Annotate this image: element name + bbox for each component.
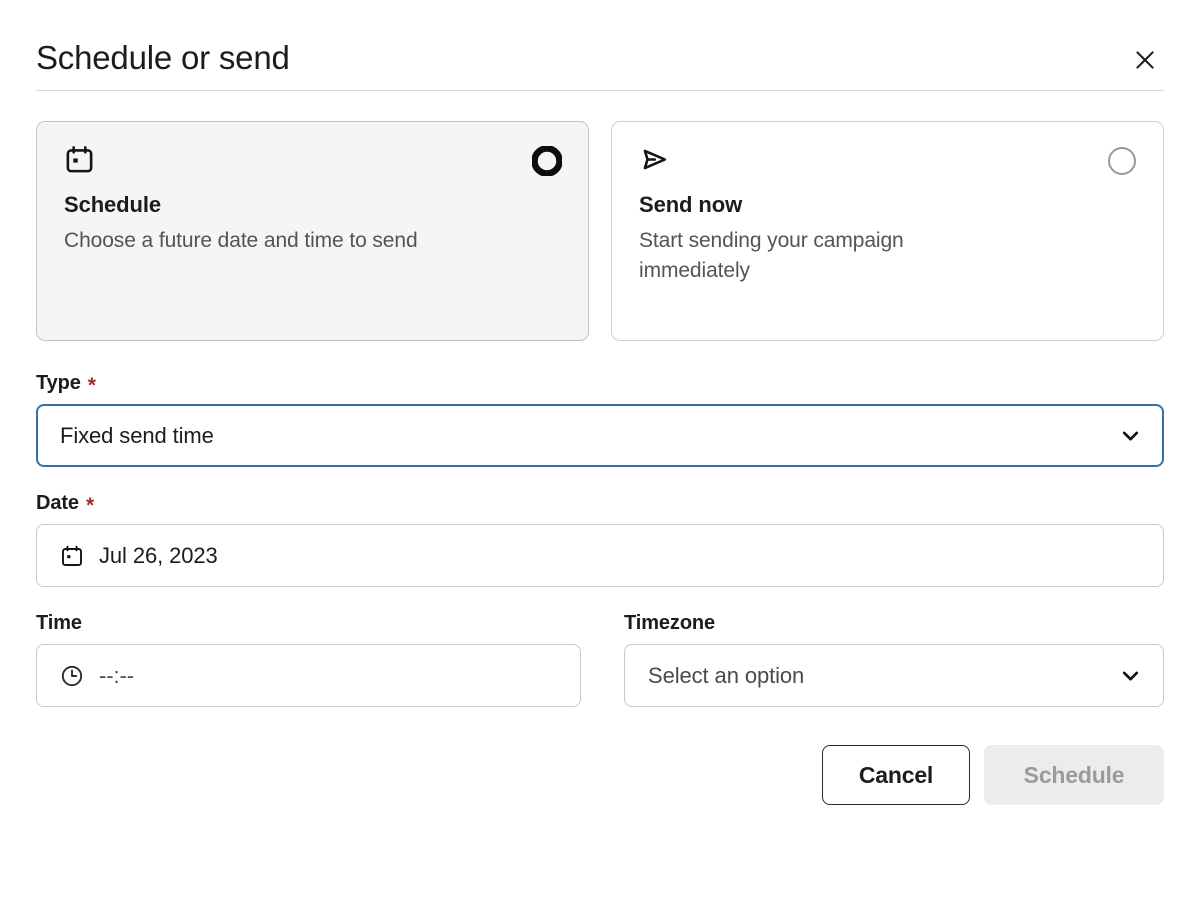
time-input[interactable]: --:--: [36, 644, 581, 707]
page-title: Schedule or send: [36, 36, 290, 80]
field-label-date-text: Date: [36, 489, 79, 517]
header-divider: [36, 90, 1164, 91]
field-date: Date * Jul 26, 2023: [36, 489, 1164, 587]
field-label-time-text: Time: [36, 609, 82, 637]
radio-send-now-unselected[interactable]: [1107, 146, 1137, 176]
field-label-timezone: Timezone: [624, 609, 1164, 637]
schedule-form: Type * Fixed send time Date *: [36, 369, 1164, 707]
option-description-send-now: Start sending your campaign immediately: [639, 226, 1019, 286]
schedule-button[interactable]: Schedule: [984, 745, 1164, 805]
chevron-down-icon: [1118, 423, 1143, 448]
field-label-time: Time: [36, 609, 581, 637]
field-label-timezone-text: Timezone: [624, 609, 715, 637]
option-description-schedule: Choose a future date and time to send: [64, 226, 444, 256]
time-timezone-row: Time --:-- Timezone Sel: [36, 609, 1164, 707]
chevron-down-icon: [1118, 663, 1143, 688]
field-label-date: Date *: [36, 489, 1164, 517]
time-input-placeholder: --:--: [99, 663, 560, 689]
option-title-schedule: Schedule: [64, 190, 562, 220]
date-input[interactable]: Jul 26, 2023: [36, 524, 1164, 587]
cancel-button[interactable]: Cancel: [822, 745, 970, 805]
dialog-footer: Cancel Schedule: [36, 745, 1164, 805]
option-title-send-now: Send now: [639, 190, 1137, 220]
calendar-icon: [64, 144, 562, 176]
type-select-value: Fixed send time: [60, 423, 1108, 449]
clock-icon: [60, 664, 84, 688]
radio-schedule-selected[interactable]: [532, 146, 562, 176]
close-button[interactable]: [1128, 44, 1162, 78]
send-mode-options: Schedule Choose a future date and time t…: [36, 121, 1164, 341]
field-type: Type * Fixed send time: [36, 369, 1164, 467]
timezone-select-placeholder: Select an option: [648, 663, 1108, 689]
close-icon: [1132, 47, 1158, 76]
required-indicator-type: *: [88, 375, 96, 396]
dialog-header: Schedule or send: [36, 0, 1164, 90]
field-label-type: Type *: [36, 369, 1164, 397]
field-time: Time --:--: [36, 609, 581, 707]
option-card-send-now[interactable]: Send now Start sending your campaign imm…: [611, 121, 1164, 341]
type-select[interactable]: Fixed send time: [36, 404, 1164, 467]
field-label-type-text: Type: [36, 369, 81, 397]
calendar-icon: [60, 544, 84, 568]
schedule-or-send-dialog: Schedule or send Schedule: [0, 0, 1200, 912]
timezone-select[interactable]: Select an option: [624, 644, 1164, 707]
required-indicator-date: *: [86, 495, 94, 516]
date-input-value: Jul 26, 2023: [99, 543, 1143, 569]
option-card-schedule[interactable]: Schedule Choose a future date and time t…: [36, 121, 589, 341]
field-timezone: Timezone Select an option: [624, 609, 1164, 707]
send-icon: [639, 144, 1137, 176]
